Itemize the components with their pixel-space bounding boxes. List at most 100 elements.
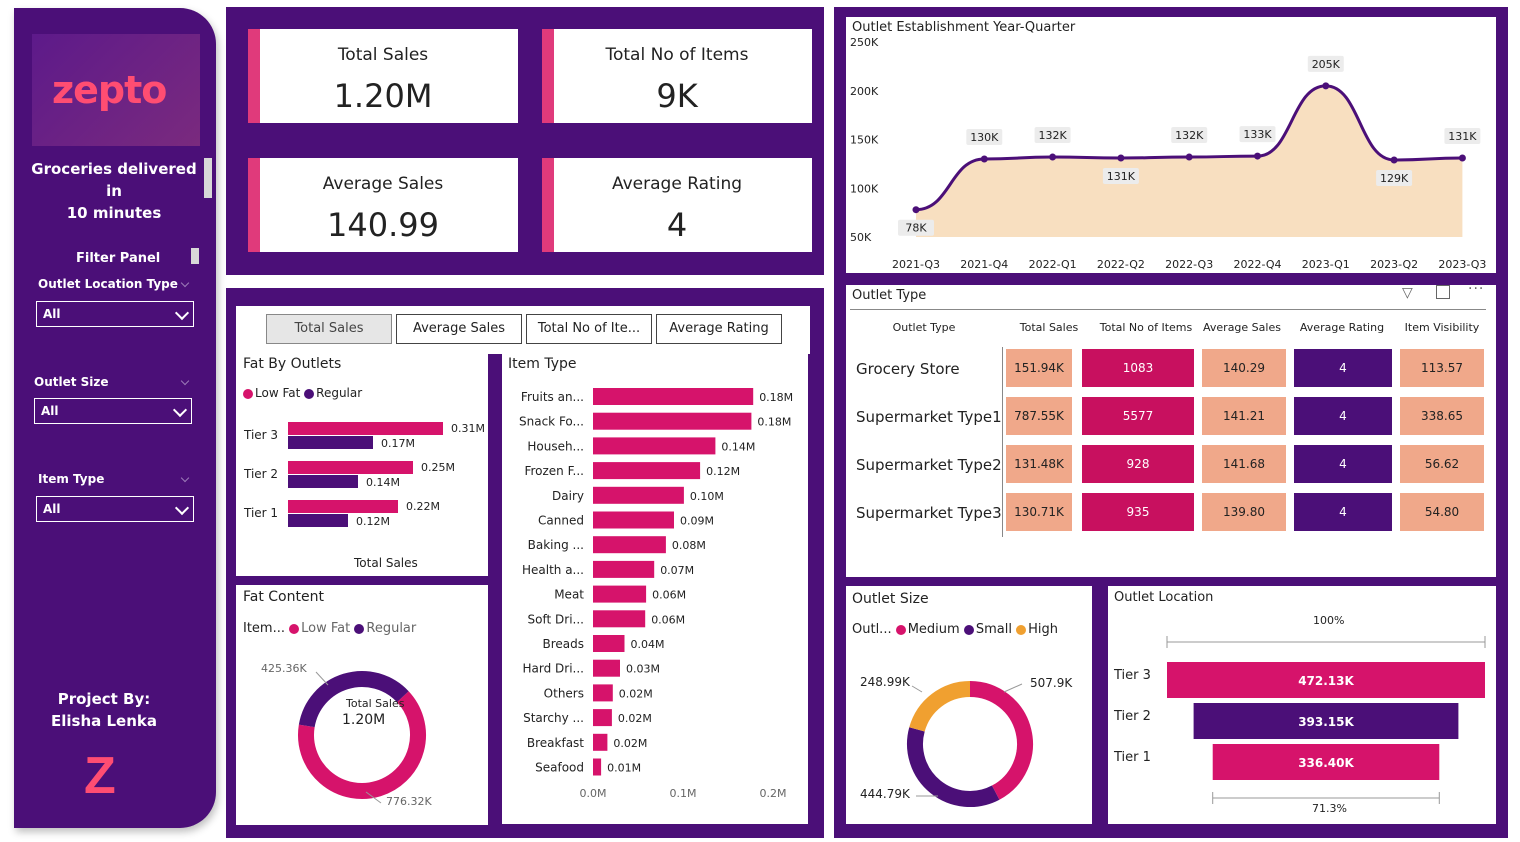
tier-label: Tier 2	[243, 467, 278, 481]
category-label: Breads	[542, 637, 584, 651]
table-cell: 1083	[1082, 349, 1194, 387]
bar-value-label: 0.08M	[672, 539, 706, 552]
kpi-card-total-sales: Total Sales 1.20M	[248, 29, 518, 123]
outlet-location-select[interactable]: All	[36, 301, 194, 327]
bar-value-label: 0.18M	[759, 391, 793, 404]
filter-label-item-type: Item Type	[38, 472, 105, 486]
data-label: 129K	[1380, 172, 1409, 185]
outlet-location-funnel: 472.13K Tier 3 393.15K Tier 2 336.40K Tier 1	[1113, 636, 1486, 804]
data-label: 132K	[1175, 129, 1204, 142]
item-type-title: Item Type	[508, 356, 577, 372]
category-label: Seafood	[535, 761, 584, 775]
outlet-size-select[interactable]: All	[34, 398, 192, 424]
category-label: Starchy ...	[523, 711, 584, 725]
fat-item-panel: Total Sales Average Sales Total No of It…	[226, 288, 824, 838]
donut-slice	[969, 681, 1033, 800]
row-divider	[1002, 347, 1003, 537]
data-point	[912, 206, 920, 214]
bar-value-label: 0.12M	[356, 515, 390, 528]
bar	[593, 437, 716, 455]
zepto-mark-icon: Z	[84, 747, 116, 805]
data-label: 130K	[970, 131, 999, 144]
header-divider	[850, 309, 1486, 310]
funnel-value: 393.15K	[1298, 715, 1354, 729]
bar	[593, 486, 684, 504]
outlet-location-title: Outlet Location	[1114, 590, 1214, 605]
x-tick: 0.1M	[670, 787, 697, 800]
row-label: Supermarket Type1	[856, 408, 1002, 426]
bar-value-label: 0.17M	[381, 437, 415, 450]
x-tick: 2021-Q4	[960, 258, 1008, 271]
outlet-location-card: Outlet Location 100% 71.3% 472.13K Tier 3…	[1108, 586, 1496, 824]
focus-mode-icon[interactable]	[1436, 285, 1450, 299]
category-label: Hard Dri...	[523, 662, 584, 676]
table-cell: 113.57	[1400, 349, 1484, 387]
legend-regular: Regular	[316, 386, 363, 400]
legend-regular: Regular	[366, 621, 417, 636]
data-label: 78K	[905, 222, 927, 235]
funnel-label: Tier 2	[1113, 709, 1151, 724]
bar	[593, 536, 666, 554]
kpi-panel: Total Sales 1.20M Total No of Items 9K A…	[226, 7, 824, 275]
chevron-down-icon	[172, 402, 188, 418]
outlet-type-card: Outlet Type ▽ ··· Outlet Type Total Sales…	[846, 281, 1496, 577]
bar-value-label: 0.01M	[607, 762, 641, 775]
item-type-card: Item Type Fruits an... 0.18M Snack Fo... 0.…	[502, 352, 808, 824]
funnel-label: Tier 1	[1113, 750, 1151, 765]
data-point	[1458, 154, 1466, 162]
column-header[interactable]: Average Sales	[1198, 321, 1286, 334]
filter-label-size: Outlet Size	[34, 375, 109, 389]
leader-line	[315, 671, 329, 686]
x-tick: 2023-Q3	[1438, 258, 1486, 271]
category-label: Health a...	[522, 563, 584, 577]
category-label: Frozen F...	[524, 464, 584, 478]
tab-average-rating[interactable]: Average Rating	[656, 314, 782, 344]
slice-label: 507.9K	[1030, 676, 1073, 690]
column-header[interactable]: Total Sales	[1006, 321, 1092, 334]
row-label: Supermarket Type3	[856, 504, 1002, 522]
bar-value-label: 0.25M	[421, 461, 455, 474]
bar-value-label: 0.22M	[406, 500, 440, 513]
bar-low-fat	[288, 500, 398, 513]
scrollbar[interactable]	[204, 158, 212, 198]
item-type-select[interactable]: All	[36, 496, 194, 522]
table-cell: 928	[1082, 445, 1194, 483]
tab-total-sales[interactable]: Total Sales	[266, 314, 392, 344]
row-label: Grocery Store	[856, 360, 960, 378]
tier-label: Tier 3	[243, 428, 278, 442]
slice-label: 425.36K	[261, 662, 307, 675]
project-by-name: Elisha Lenka	[51, 712, 157, 730]
x-tick: 0.0M	[580, 787, 607, 800]
tab-average-sales[interactable]: Average Sales	[396, 314, 522, 344]
outlet-location-value: All	[43, 307, 61, 321]
bar	[593, 388, 754, 405]
legend-small: Small	[975, 622, 1012, 637]
bar	[593, 635, 625, 652]
fat-content-legend: Item... Low Fat Regular	[243, 621, 416, 636]
table-cell: 139.80	[1202, 493, 1286, 531]
outlet-size-value: All	[41, 404, 59, 418]
fat-content-title: Fat Content	[243, 589, 324, 605]
tagline-line1: Groceries delivered in	[31, 160, 197, 200]
kpi-value: 9K	[656, 77, 698, 115]
tab-total-items[interactable]: Total No of Ite...	[526, 314, 652, 344]
donut-slice	[909, 681, 971, 732]
kpi-title: Average Rating	[611, 174, 743, 194]
chevron-down-icon	[180, 278, 190, 288]
filter-icon[interactable]: ▽	[1402, 285, 1413, 301]
more-options-icon[interactable]: ···	[1468, 281, 1484, 297]
bar-regular	[288, 514, 348, 527]
table-cell: 4	[1294, 349, 1392, 387]
column-header[interactable]: Item Visibility	[1398, 321, 1486, 334]
bar-value-label: 0.31M	[451, 422, 485, 435]
category-label: Breakfast	[527, 736, 584, 750]
table-cell: 5577	[1082, 397, 1194, 435]
column-header[interactable]: Total No of Items	[1098, 321, 1194, 334]
item-type-value: All	[43, 502, 61, 516]
column-header[interactable]: Outlet Type	[854, 321, 994, 334]
scrollbar-small[interactable]	[191, 248, 199, 264]
table-cell: 54.80	[1400, 493, 1484, 531]
bar-value-label: 0.03M	[626, 663, 660, 676]
column-header[interactable]: Average Rating	[1294, 321, 1390, 334]
fat-by-outlets-legend: Low Fat Regular	[243, 386, 362, 400]
